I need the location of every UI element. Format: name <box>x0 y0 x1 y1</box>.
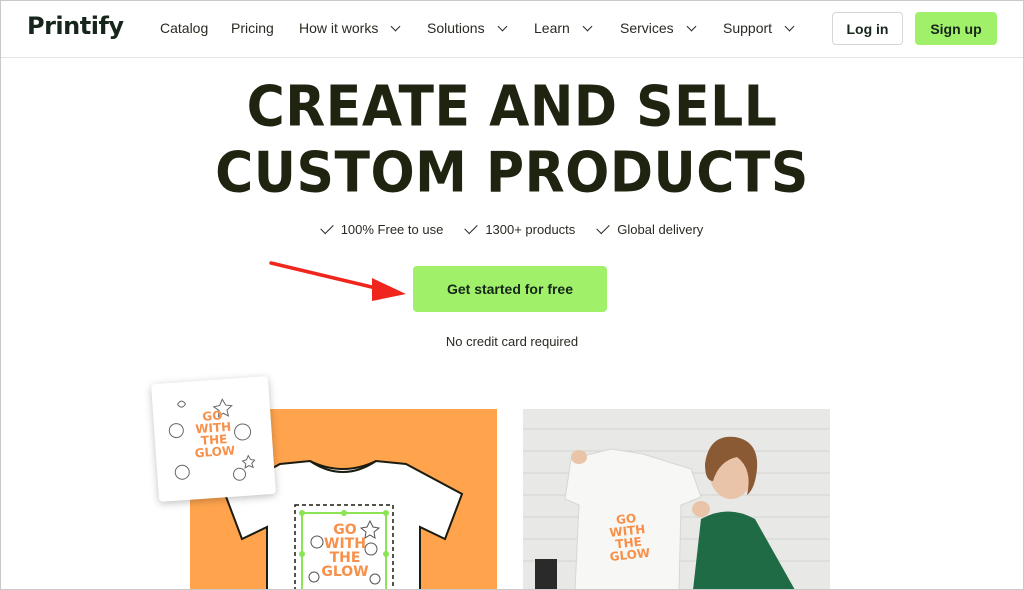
check-icon <box>596 220 611 235</box>
top-navbar: Printify Catalog Pricing How it works So… <box>0 0 1024 58</box>
nav-how-it-works[interactable]: How it works <box>299 20 401 36</box>
check-icon <box>319 220 334 235</box>
design-text-line: THE <box>329 550 361 566</box>
nav-services-label: Services <box>620 20 674 36</box>
feature-label: 100% Free to use <box>340 222 444 237</box>
check-icon <box>464 220 479 235</box>
nav-support[interactable]: Support <box>723 20 795 36</box>
design-card: GO WITH THE GLOW <box>151 376 276 502</box>
person-holding-shirt-photo: GO WITH THE GLOW <box>523 409 830 590</box>
chevron-down-icon <box>686 21 697 31</box>
nav-support-label: Support <box>723 20 773 36</box>
nav-pricing[interactable]: Pricing <box>231 20 274 36</box>
nav-services[interactable]: Services <box>620 20 697 36</box>
nav-solutions-label: Solutions <box>427 20 485 36</box>
nav-pricing-label: Pricing <box>231 20 274 36</box>
chevron-down-icon <box>784 21 795 31</box>
design-text-line: GLOW <box>194 443 236 461</box>
no-credit-card-note: No credit card required <box>445 334 579 349</box>
photo-illustration <box>523 409 830 590</box>
hero-title-line-2: CUSTOM PRODUCTS <box>215 140 809 206</box>
nav-catalog-label: Catalog <box>160 20 209 36</box>
feature-label: Global delivery <box>617 222 704 237</box>
chevron-down-icon <box>497 21 508 31</box>
feature-item: 100% Free to use <box>319 220 444 237</box>
design-text: GO WITH THE GLOW <box>316 523 374 579</box>
hero-title-line-1: CREATE AND SELL <box>246 74 778 140</box>
red-arrow-annotation <box>269 261 406 301</box>
printify-logo[interactable]: Printify <box>27 12 124 40</box>
nav-learn[interactable]: Learn <box>534 20 593 36</box>
photo-design-text: GO WITH THE GLOW <box>603 511 654 564</box>
design-text-line: GO <box>333 522 357 538</box>
nav-catalog[interactable]: Catalog <box>160 20 208 36</box>
feature-list: 100% Free to use 1300+ products Global d… <box>0 220 1024 237</box>
get-started-button[interactable]: Get started for free <box>413 266 607 312</box>
design-text-line: WITH <box>324 536 366 552</box>
login-button[interactable]: Log in <box>832 12 903 45</box>
feature-item: 1300+ products <box>464 220 576 237</box>
nav-solutions[interactable]: Solutions <box>427 20 508 36</box>
nav-learn-label: Learn <box>534 20 570 36</box>
card-design-text: GO WITH THE GLOW <box>189 408 238 461</box>
chevron-down-icon <box>582 21 593 31</box>
chevron-down-icon <box>390 21 401 31</box>
signup-button[interactable]: Sign up <box>915 12 997 45</box>
nav-how-it-works-label: How it works <box>299 20 379 36</box>
design-text-line: GLOW <box>321 564 369 580</box>
feature-label: 1300+ products <box>485 222 576 237</box>
feature-item: Global delivery <box>596 220 704 237</box>
